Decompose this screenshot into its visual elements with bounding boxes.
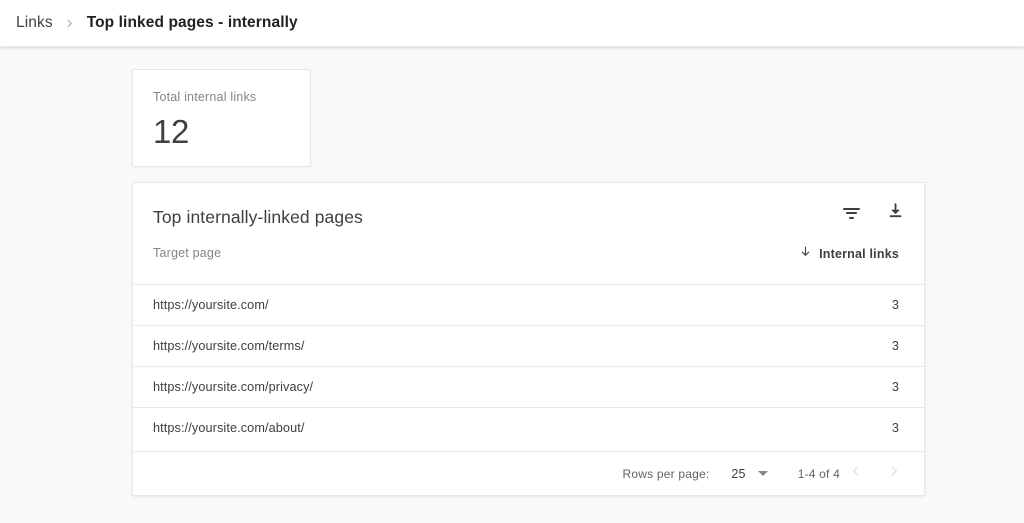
previous-page-button[interactable]	[840, 458, 872, 490]
table-title: Top internally-linked pages	[153, 205, 904, 229]
next-page-button[interactable]	[878, 458, 910, 490]
table-row[interactable]: https://yoursite.com/terms/ 3	[133, 325, 924, 366]
table-row[interactable]: https://yoursite.com/about/ 3	[133, 407, 924, 448]
breadcrumb-link-links[interactable]: Links	[12, 12, 57, 34]
table-row[interactable]: https://yoursite.com/ 3	[133, 284, 924, 325]
stat-card-label: Total internal links	[153, 89, 290, 105]
row-target-page: https://yoursite.com/terms/	[153, 339, 304, 353]
row-internal-links: 3	[892, 380, 904, 394]
chevron-down-icon	[758, 471, 768, 476]
breadcrumb: Links Top linked pages - internally	[12, 12, 302, 34]
row-target-page: https://yoursite.com/about/	[153, 421, 305, 435]
top-internally-linked-pages-table: Top internally-linked pages	[132, 182, 925, 496]
table-pagination: Rows per page: 25 1-4 of 4	[133, 451, 924, 495]
table-column-headers: Target page Internal links	[133, 245, 924, 284]
chevron-right-icon	[57, 14, 83, 32]
table-body: https://yoursite.com/ 3 https://yoursite…	[133, 284, 924, 451]
download-button[interactable]	[882, 200, 908, 226]
column-header-internal-links[interactable]: Internal links	[799, 245, 904, 262]
column-header-target-page[interactable]: Target page	[153, 245, 221, 261]
row-internal-links: 3	[892, 298, 904, 312]
table-header-actions	[838, 200, 908, 226]
app-header-bar: Links Top linked pages - internally	[0, 0, 1024, 47]
column-header-internal-links-label: Internal links	[819, 246, 899, 262]
row-internal-links: 3	[892, 339, 904, 353]
rows-per-page-label: Rows per page:	[623, 467, 710, 481]
table-header: Top internally-linked pages	[133, 183, 924, 245]
download-icon	[887, 202, 904, 224]
row-target-page: https://yoursite.com/privacy/	[153, 380, 313, 394]
rows-per-page-value: 25	[731, 467, 745, 481]
table-row[interactable]: https://yoursite.com/privacy/ 3	[133, 366, 924, 407]
rows-per-page-select[interactable]: 25	[731, 467, 767, 481]
row-internal-links: 3	[892, 421, 904, 435]
chevron-left-icon	[849, 464, 863, 483]
chevron-right-icon	[887, 464, 901, 483]
stat-card-value: 12	[153, 112, 290, 152]
filter-button[interactable]	[838, 200, 864, 226]
row-target-page: https://yoursite.com/	[153, 298, 269, 312]
filter-icon	[843, 206, 860, 220]
pagination-range-label: 1-4 of 4	[798, 467, 840, 481]
page-content: Total internal links 12 Top internally-l…	[0, 48, 1024, 523]
total-internal-links-card: Total internal links 12	[132, 69, 311, 167]
arrow-down-icon	[799, 245, 812, 262]
page-title: Top linked pages - internally	[83, 12, 302, 34]
